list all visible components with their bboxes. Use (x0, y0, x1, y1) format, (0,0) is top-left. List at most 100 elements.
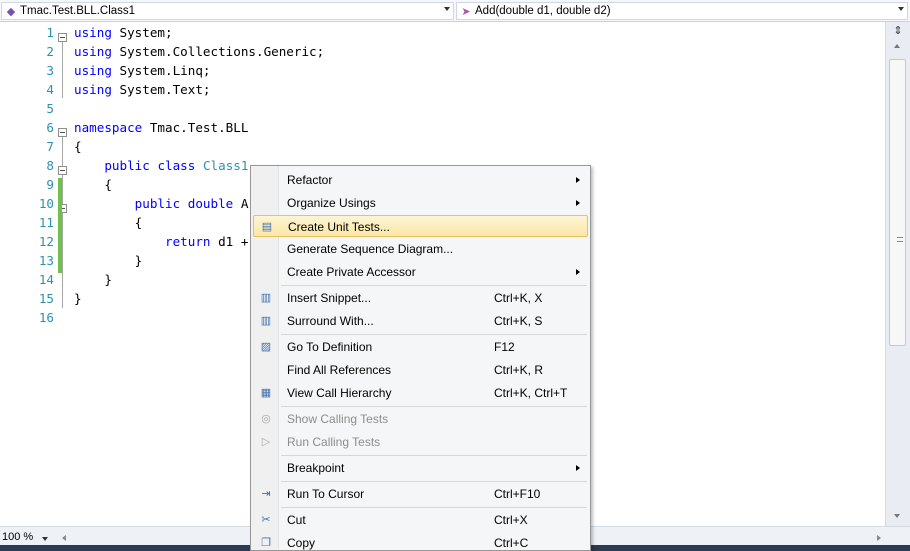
menu-item-label: Copy (287, 536, 316, 550)
grip-icon (897, 237, 903, 242)
menu-item-create-private-accessor[interactable]: Create Private Accessor (253, 261, 588, 283)
calling-tests-icon: ◎ (261, 413, 271, 425)
code-text: } (74, 251, 143, 270)
menu-item-insert-snippet[interactable]: ▥ Insert Snippet... Ctrl+K, X (253, 287, 588, 309)
class-dropdown[interactable]: ◆ Tmac.Test.BLL.Class1 (1, 2, 454, 20)
code-line[interactable]: 1 using System; (0, 23, 885, 42)
line-number: 1 (46, 25, 54, 40)
member-dropdown-text: Add(double d1, double d2) (475, 5, 611, 17)
method-icon: ➤ (461, 5, 471, 18)
chevron-down-icon[interactable] (42, 537, 48, 541)
menu-item-label: Go To Definition (287, 340, 373, 354)
copy-icon: ❐ (261, 537, 271, 549)
scroll-left-icon[interactable] (62, 535, 66, 541)
menu-item-label: Organize Usings (287, 196, 376, 210)
keyword-token: using (74, 44, 112, 59)
keyword-token: return (165, 234, 211, 249)
keyword-token: using (74, 82, 112, 97)
menu-item-label: Surround With... (287, 314, 374, 328)
code-text: { (74, 137, 82, 156)
code-line[interactable]: 5 (0, 99, 885, 118)
menu-separator (281, 334, 587, 335)
menu-item-cut[interactable]: ✂ Cut Ctrl+X (253, 509, 588, 531)
code-token: } (74, 291, 82, 306)
code-line[interactable]: 4 using System.Text; (0, 80, 885, 99)
code-token: } (74, 253, 143, 268)
run-tests-icon: ▷ (261, 436, 271, 448)
line-number: 12 (38, 234, 54, 249)
line-number: 9 (46, 177, 54, 192)
code-text: using System.Linq; (74, 61, 211, 80)
unit-test-icon: ▤ (261, 221, 273, 233)
run-to-cursor-icon: ⇥ (261, 488, 271, 500)
keyword-token: using (74, 63, 112, 78)
menu-item-surround-with[interactable]: ▥ Surround With... Ctrl+K, S (253, 310, 588, 332)
menu-item-find-all-references[interactable]: Find All References Ctrl+K, R (253, 359, 588, 381)
line-number: 11 (38, 215, 54, 230)
class-icon: ◆ (6, 5, 16, 18)
menu-item-generate-sequence-diagram[interactable]: Generate Sequence Diagram... (253, 238, 588, 260)
menu-separator (281, 507, 587, 508)
menu-item-shortcut: Ctrl+K, Ctrl+T (494, 386, 568, 400)
keyword-token: public (134, 196, 181, 211)
code-token: System.Linq; (111, 63, 211, 78)
menu-item-shortcut: F12 (494, 340, 515, 354)
class-dropdown-text: Tmac.Test.BLL.Class1 (20, 5, 136, 17)
menu-item-run-to-cursor[interactable]: ⇥ Run To Cursor Ctrl+F10 (253, 483, 588, 505)
line-number: 13 (38, 253, 54, 268)
line-number: 15 (38, 291, 54, 306)
code-token: System.Text; (111, 82, 211, 97)
line-number: 7 (46, 139, 54, 154)
menu-item-label: Insert Snippet... (287, 291, 372, 305)
code-line[interactable]: 2 using System.Collections.Generic; (0, 42, 885, 61)
submenu-arrow-icon (576, 269, 580, 275)
snippet-icon: ▥ (260, 292, 272, 304)
menu-item-organize-usings[interactable]: Organize Usings (253, 192, 588, 214)
line-number: 16 (38, 310, 54, 325)
scroll-down-icon[interactable] (894, 514, 900, 518)
menu-item-create-unit-tests[interactable]: ▤ Create Unit Tests... (253, 215, 588, 237)
code-line[interactable]: 3 using System.Linq; (0, 61, 885, 80)
scroll-right-icon[interactable] (877, 535, 881, 541)
line-number: 6 (46, 120, 54, 135)
split-handle-icon[interactable]: ⇕ (892, 25, 904, 37)
code-text: using System.Collections.Generic; (74, 42, 324, 61)
line-number: 2 (46, 44, 54, 59)
line-number: 3 (46, 63, 54, 78)
keyword-token: class (157, 158, 196, 173)
code-line[interactable]: 6 namespace Tmac.Test.BLL (0, 118, 885, 137)
code-line[interactable]: 7{ (0, 137, 885, 156)
code-token: { (74, 139, 82, 154)
chevron-down-icon[interactable] (898, 7, 904, 11)
definition-icon: ▨ (260, 341, 272, 353)
member-dropdown[interactable]: ➤ Add(double d1, double d2) (456, 2, 908, 20)
menu-separator (281, 481, 587, 482)
navigation-bar: ◆ Tmac.Test.BLL.Class1 ➤ Add(double d1, … (0, 0, 910, 22)
keyword-token: namespace (74, 120, 143, 135)
menu-item-view-call-hierarchy[interactable]: ▦ View Call Hierarchy Ctrl+K, Ctrl+T (253, 382, 588, 404)
menu-item-shortcut: Ctrl+F10 (494, 487, 541, 501)
menu-item-copy[interactable]: ❐ Copy Ctrl+C (253, 532, 588, 551)
zoom-level[interactable]: 100 % (2, 531, 33, 543)
surround-icon: ▥ (260, 315, 272, 327)
menu-item-go-to-definition[interactable]: ▨ Go To Definition F12 (253, 336, 588, 358)
menu-item-label: Create Unit Tests... (288, 220, 390, 234)
scroll-up-icon[interactable] (894, 44, 900, 48)
chevron-down-icon[interactable] (444, 7, 450, 11)
menu-item-breakpoint[interactable]: Breakpoint (253, 457, 588, 479)
scroll-thumb[interactable] (889, 59, 906, 346)
menu-item-shortcut: Ctrl+K, X (494, 291, 543, 305)
code-text: { (74, 175, 112, 194)
keyword-token: using (74, 25, 112, 40)
menu-item-label: Run To Cursor (287, 487, 365, 501)
code-token: { (74, 177, 112, 192)
menu-item-label: Refactor (287, 173, 333, 187)
keyword-token: public (104, 158, 150, 173)
line-number: 10 (38, 196, 54, 211)
submenu-arrow-icon (576, 177, 580, 183)
menu-item-refactor[interactable]: Refactor (253, 169, 588, 191)
vertical-scrollbar[interactable]: ⇕ (885, 22, 910, 526)
menu-item-shortcut: Ctrl+K, R (494, 363, 544, 377)
